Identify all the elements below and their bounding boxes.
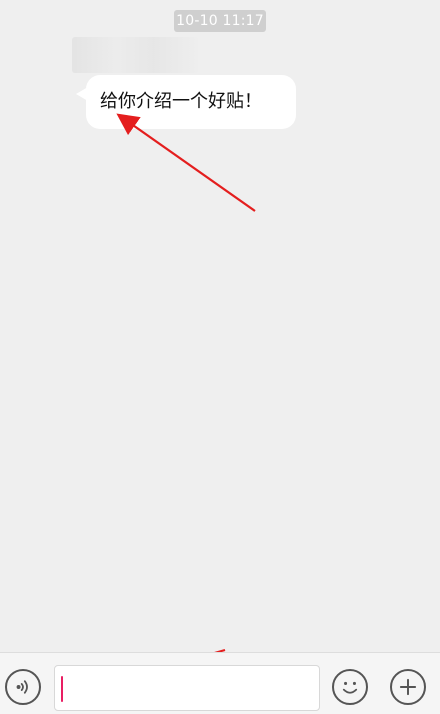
text-cursor: [61, 676, 63, 702]
plus-button[interactable]: [390, 669, 426, 705]
emoji-icon: [342, 681, 358, 694]
voice-icon: [16, 680, 28, 694]
blurred-sender-name: [72, 37, 198, 73]
message-composer: [0, 652, 440, 714]
emoji-button[interactable]: [332, 669, 368, 705]
message-text: 给你介绍一个好贴！: [100, 91, 262, 112]
message-bubble: 给你介绍一个好贴！: [76, 75, 296, 129]
voice-button[interactable]: [5, 669, 41, 705]
plus-icon: [399, 678, 417, 696]
chat-area: 10-10 11:17 给你介绍一个好贴！: [0, 0, 440, 652]
message-timestamp: 10-10 11:17: [174, 10, 266, 32]
message-input[interactable]: [54, 665, 320, 711]
